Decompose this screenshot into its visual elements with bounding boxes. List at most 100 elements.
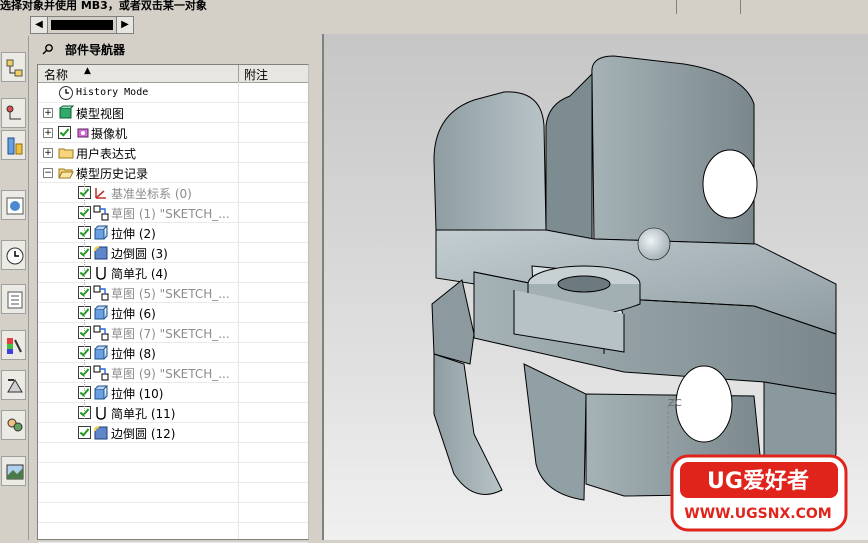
model-views-icon <box>59 105 74 119</box>
visualization-icon <box>7 338 22 354</box>
scroll-left-icon[interactable]: ◀ <box>31 17 48 33</box>
tree-row-label: History Mode <box>76 87 149 98</box>
camera-icon <box>77 128 89 138</box>
tree-row[interactable]: 草图 (9) "SKETCH_... <box>38 363 308 383</box>
resource-bar-button[interactable] <box>1 98 26 128</box>
tree-row[interactable]: 边倒圆 (3) <box>38 243 308 263</box>
resource-bar-button[interactable] <box>1 284 26 314</box>
tree-row[interactable]: 草图 (7) "SKETCH_... <box>38 323 308 343</box>
empty-row <box>38 483 308 503</box>
tree-row-label: 草图 (5) "SKETCH_... <box>111 287 230 301</box>
visibility-checkbox[interactable] <box>58 126 71 139</box>
name-column-header[interactable]: 名称 ▲ <box>38 65 239 82</box>
resource-bar-button[interactable] <box>1 190 26 220</box>
sketch-icon <box>93 365 109 381</box>
tree-row-label: 简单孔 (4) <box>111 267 168 281</box>
navigator-title-bar: 部件导航器 <box>35 38 311 60</box>
tree-row-label: 基准坐标系 (0) <box>111 187 192 201</box>
tree-row[interactable]: 拉伸 (10) <box>38 383 308 403</box>
tree-row[interactable]: + 用户表达式 <box>38 143 308 163</box>
part-navigator-icon <box>7 137 23 155</box>
watermark-logo-text: UG爱好者 <box>707 468 809 494</box>
comment-column-label: 附注 <box>244 68 269 82</box>
status-prompt: 选择对象并使用 MB3，或者双击某一对象 <box>0 0 207 12</box>
tree-row[interactable]: + 摄像机 <box>38 123 308 143</box>
edge-blend-icon <box>94 426 108 440</box>
zc-axis-label: ZC <box>668 398 682 409</box>
expand-icon[interactable]: + <box>43 148 53 158</box>
status-divider <box>676 0 677 14</box>
tree-row[interactable]: 草图 (1) "SKETCH_... <box>38 203 308 223</box>
navigator-tree[interactable]: 名称 ▲ 附注 History Mode + 模型视图 + 摄像机 + 用户表达式 − 模型历史… <box>37 64 309 543</box>
tree-row[interactable]: 简单孔 (4) <box>38 263 308 283</box>
tree-row[interactable]: 简单孔 (11) <box>38 403 308 423</box>
resource-bar-button[interactable] <box>1 330 26 360</box>
tree-row-label: 模型视图 <box>76 107 125 121</box>
palette-icon <box>6 197 24 215</box>
resource-bar-button[interactable] <box>1 370 26 400</box>
system-scenes-icon <box>6 464 24 480</box>
resource-bar-button[interactable] <box>1 456 26 486</box>
system-materials-icon <box>7 291 23 309</box>
tree-row-label: 拉伸 (2) <box>111 227 156 241</box>
constraint-navigator-icon <box>6 105 21 120</box>
column-header: 名称 ▲ 附注 <box>38 65 308 83</box>
tree-row-label: 草图 (1) "SKETCH_... <box>111 207 230 221</box>
tree-row[interactable]: 拉伸 (6) <box>38 303 308 323</box>
visibility-checkbox[interactable] <box>78 426 91 439</box>
sketch-icon <box>93 325 109 341</box>
tree-row[interactable]: + 模型视图 <box>38 103 308 123</box>
watermark-logo: UG爱好者 WWW.UGSNX.COM <box>670 454 848 532</box>
empty-row <box>38 503 308 523</box>
resource-bar-button[interactable] <box>1 240 26 270</box>
extrude-icon <box>94 225 109 240</box>
hole-icon <box>96 407 106 420</box>
resource-bar-button[interactable] <box>1 52 26 82</box>
history-icon <box>6 247 24 265</box>
tree-row-label: 拉伸 (6) <box>111 307 156 321</box>
tree-row-label: 用户表达式 <box>76 147 137 161</box>
tree-row-label: 简单孔 (11) <box>111 407 176 421</box>
collapse-icon[interactable]: − <box>43 168 53 178</box>
navigator-title: 部件导航器 <box>65 43 126 57</box>
process-studio-icon <box>7 379 23 393</box>
hole-icon <box>96 267 106 280</box>
tree-row-label: 草图 (9) "SKETCH_... <box>111 367 230 381</box>
toolbar-scroller[interactable]: ◀ ▶ <box>30 16 134 34</box>
status-divider <box>740 0 741 14</box>
part-navigator: 部件导航器 名称 ▲ 附注 History Mode + 模型视图 + 摄像机 + 用户表达… <box>35 36 311 543</box>
sort-ascending-icon: ▲ <box>84 66 91 76</box>
watermark-url: WWW.UGSNX.COM <box>684 506 831 522</box>
tree-row[interactable]: History Mode <box>38 83 308 103</box>
resource-bar-button[interactable] <box>1 410 26 440</box>
tree-row-label: 边倒圆 (12) <box>111 427 176 441</box>
expand-icon[interactable]: + <box>43 108 53 118</box>
edge-blend-icon <box>94 246 108 260</box>
tree-row[interactable]: 拉伸 (2) <box>38 223 308 243</box>
resource-bar <box>0 36 29 540</box>
tree-row-label: 拉伸 (8) <box>111 347 156 361</box>
scroll-thumb[interactable] <box>51 20 113 30</box>
tree-row[interactable]: 草图 (5) "SKETCH_... <box>38 283 308 303</box>
empty-row <box>38 523 308 543</box>
scroll-right-icon[interactable]: ▶ <box>116 17 133 33</box>
pin-icon[interactable] <box>41 42 55 56</box>
extrude-icon <box>94 305 109 320</box>
tree-row[interactable]: 基准坐标系 (0) <box>38 183 308 203</box>
tree-connector <box>84 179 86 419</box>
tree-row[interactable]: − 模型历史记录 <box>38 163 308 183</box>
tree-row-label: 边倒圆 (3) <box>111 247 168 261</box>
tree-row[interactable]: 拉伸 (8) <box>38 343 308 363</box>
empty-row <box>38 463 308 483</box>
datum-csys-icon <box>95 188 106 199</box>
resource-bar-button[interactable] <box>1 130 26 160</box>
expand-icon[interactable]: + <box>43 128 53 138</box>
tree-row-label: 摄像机 <box>91 127 128 141</box>
status-bar: 选择对象并使用 MB3，或者双击某一对象 <box>0 0 868 14</box>
tree-row[interactable]: 边倒圆 (12) <box>38 423 308 443</box>
tree-row-label: 拉伸 (10) <box>111 387 164 401</box>
sketch-icon <box>93 285 109 301</box>
roles-icon <box>7 418 23 432</box>
tree-row-label: 模型历史记录 <box>76 167 149 181</box>
empty-row <box>38 443 308 463</box>
